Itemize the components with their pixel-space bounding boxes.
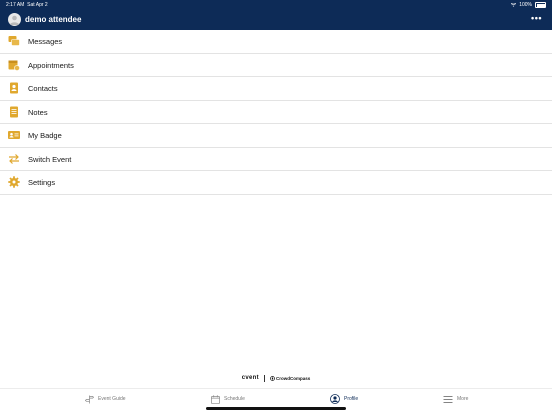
appointments-icon xyxy=(8,60,20,71)
brand-divider xyxy=(263,374,265,382)
home-indicator[interactable] xyxy=(206,407,346,410)
menu-item-notes[interactable]: Notes xyxy=(0,101,552,124)
menu-item-label: Notes xyxy=(28,107,48,117)
user-avatar-icon xyxy=(10,15,19,25)
status-time-text: 2:17 AM xyxy=(6,2,25,8)
menu-item-switch-event[interactable]: Switch Event xyxy=(0,148,552,171)
crowdcompass-logo: CrowdCompass xyxy=(269,375,311,381)
notes-icon xyxy=(10,106,18,117)
status-indicators: 100% xyxy=(511,2,546,8)
wifi-icon xyxy=(511,3,517,7)
tab-more[interactable]: More xyxy=(443,393,468,405)
menu-item-messages[interactable]: Messages xyxy=(0,30,552,54)
crowdcompass-mark-icon xyxy=(269,375,275,381)
cvent-logo: cvent xyxy=(241,375,259,381)
menu-item-label: Switch Event xyxy=(28,154,72,164)
more-options-button[interactable]: ••• xyxy=(531,13,542,23)
menu-item-my-badge[interactable]: My Badge xyxy=(0,124,552,148)
status-time: 2:17 AM Sat Apr 2 xyxy=(6,2,48,8)
crowdcompass-text: CrowdCompass xyxy=(276,375,311,381)
page-title: demo attendee xyxy=(25,15,82,24)
menu-item-label: Messages xyxy=(28,37,63,46)
brand-footer: cvent CrowdCompass xyxy=(0,373,552,383)
badge-icon xyxy=(8,131,20,139)
menu-item-label: Settings xyxy=(28,178,56,187)
contacts-icon xyxy=(10,82,18,94)
app-header: demo attendee ••• xyxy=(0,9,552,30)
menu-item-appointments[interactable]: Appointments xyxy=(0,54,552,77)
menu-item-settings[interactable]: Settings xyxy=(0,171,552,195)
switch-event-icon xyxy=(9,153,19,164)
profile-icon xyxy=(330,394,340,404)
tab-label: Schedule xyxy=(224,396,245,402)
status-bar: 2:17 AM Sat Apr 2 100% xyxy=(0,0,552,9)
tab-profile[interactable]: Profile xyxy=(330,393,358,405)
profile-menu-list: Messages Appointments Contacts Notes My … xyxy=(0,30,552,195)
tab-label: More xyxy=(457,396,469,402)
menu-icon xyxy=(443,395,453,403)
menu-item-contacts[interactable]: Contacts xyxy=(0,77,552,101)
status-date-text: Sat Apr 2 xyxy=(27,2,48,8)
settings-icon xyxy=(8,176,20,188)
event-guide-icon xyxy=(85,394,94,404)
menu-item-label: My Badge xyxy=(28,131,62,140)
tab-event-guide[interactable]: Event Guide xyxy=(85,393,126,405)
tab-label: Profile xyxy=(344,396,359,402)
menu-item-label: Contacts xyxy=(28,84,58,93)
tab-schedule[interactable]: Schedule xyxy=(211,393,245,405)
battery-icon xyxy=(535,2,546,8)
messages-icon xyxy=(8,36,20,46)
menu-item-label: Appointments xyxy=(28,60,74,70)
avatar[interactable] xyxy=(8,13,21,26)
bottom-tab-bar: Event Guide Schedule Profile More xyxy=(0,388,552,409)
battery-percent: 100% xyxy=(519,2,532,8)
tab-label: Event Guide xyxy=(98,396,126,402)
calendar-icon xyxy=(211,394,220,404)
